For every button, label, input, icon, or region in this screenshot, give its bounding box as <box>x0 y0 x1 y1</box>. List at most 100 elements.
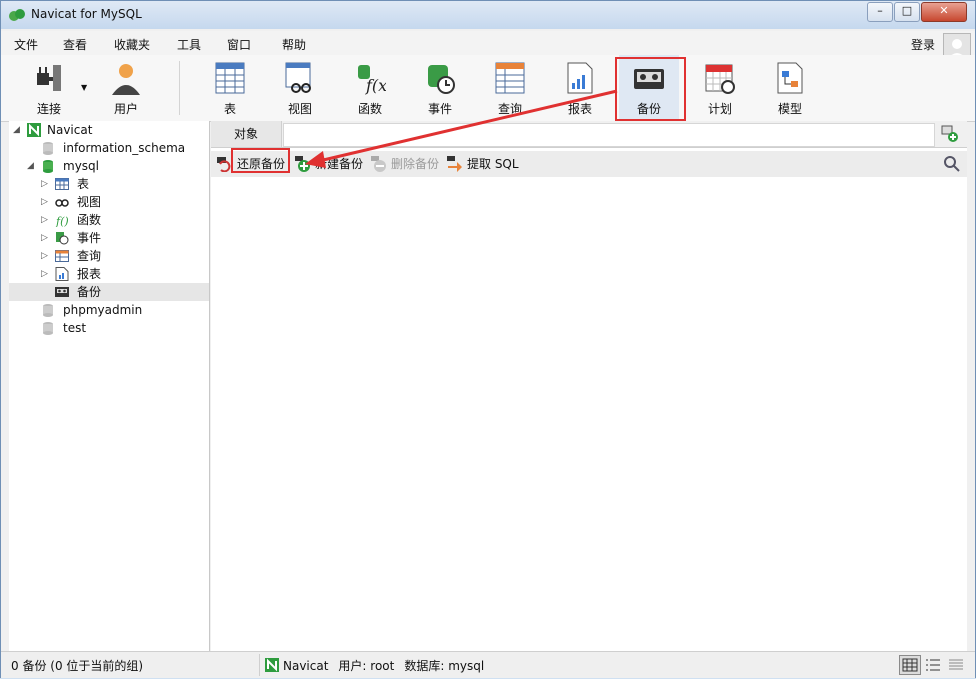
navicat-logo-icon <box>9 9 25 21</box>
connect-dropdown-icon[interactable]: ▼ <box>81 83 87 92</box>
menu-window[interactable]: 窗口 <box>227 36 251 53</box>
table-icon <box>215 62 245 94</box>
tree-item-events[interactable]: ▷ 事件 <box>9 229 209 247</box>
new-backup-button[interactable]: 新建备份 <box>295 155 367 173</box>
expand-arrow-icon[interactable]: ▷ <box>41 229 49 247</box>
database-open-icon <box>43 160 53 173</box>
report-label: 报表 <box>567 102 592 116</box>
query-icon <box>495 62 525 94</box>
minimize-button[interactable]: – <box>867 2 893 22</box>
detail-view-icon <box>949 659 963 670</box>
tree-label: mysql <box>63 159 99 173</box>
tree-item-queries[interactable]: ▷ 查询 <box>9 247 209 265</box>
event-button[interactable]: 事件 <box>410 55 470 121</box>
schedule-label: 计划 <box>707 102 732 116</box>
view-label: 视图 <box>287 102 312 116</box>
function-button[interactable]: f(x) 函数 <box>340 55 400 121</box>
grid-view-button[interactable] <box>899 655 921 675</box>
tree-item-backups[interactable]: 备份 <box>9 283 209 301</box>
menu-favorites[interactable]: 收藏夹 <box>114 36 150 53</box>
query-button[interactable]: 查询 <box>480 55 540 121</box>
close-button[interactable]: ✕ <box>921 2 967 22</box>
login-link[interactable]: 登录 <box>911 36 935 53</box>
function-label: 函数 <box>357 102 382 116</box>
table-icon <box>55 178 69 190</box>
list-view-icon <box>926 659 940 671</box>
tab-objects[interactable]: 对象 <box>211 121 282 147</box>
tree-item-tables[interactable]: ▷ 表 <box>9 175 209 193</box>
expand-arrow-icon[interactable]: ▷ <box>41 175 49 193</box>
tree-item-views[interactable]: ▷ 视图 <box>9 193 209 211</box>
tree-label: 查询 <box>77 249 102 263</box>
report-button[interactable]: 报表 <box>550 55 610 121</box>
extract-arrow-icon <box>447 156 462 172</box>
collapse-arrow-icon[interactable]: ◢ <box>27 157 35 175</box>
tree-item-test[interactable]: test <box>9 319 209 337</box>
tree-label: 视图 <box>77 195 102 209</box>
status-backup-count: 0 备份 (0 位于当前的组) <box>11 659 144 673</box>
detail-view-button[interactable] <box>945 655 967 675</box>
menu-bar: 文件 查看 收藏夹 工具 窗口 帮助 登录 <box>1 31 975 55</box>
tree-label: 函数 <box>77 213 102 227</box>
tree-item-phpmyadmin[interactable]: phpmyadmin <box>9 301 209 319</box>
new-backup-label: 新建备份 <box>315 157 364 171</box>
delete-backup-label: 删除备份 <box>391 157 440 171</box>
menu-file[interactable]: 文件 <box>14 36 38 53</box>
delete-backup-button[interactable]: 删除备份 <box>371 155 443 173</box>
extract-sql-button[interactable]: 提取 SQL <box>447 155 527 173</box>
maximize-button[interactable]: □ <box>894 2 920 22</box>
backup-cassette-icon <box>55 287 69 297</box>
tree-label: 报表 <box>77 267 102 281</box>
menu-help[interactable]: 帮助 <box>282 36 306 53</box>
connect-button[interactable]: 连接 <box>19 55 79 121</box>
delete-icon <box>371 156 386 172</box>
tree-label: phpmyadmin <box>63 303 143 317</box>
collapse-arrow-icon[interactable]: ◢ <box>13 121 21 139</box>
status-connection-info: Navicat 用户: root 数据库: mysql <box>265 657 494 674</box>
new-tab-icon[interactable] <box>941 125 959 143</box>
connect-label: 连接 <box>36 102 61 116</box>
model-button[interactable]: 模型 <box>760 55 820 121</box>
tree-label: 表 <box>77 177 90 191</box>
tree-label: Navicat <box>47 123 93 137</box>
query-icon <box>55 250 69 262</box>
expand-arrow-icon[interactable]: ▷ <box>41 211 49 229</box>
tree-label: 事件 <box>77 231 102 245</box>
user-label: 用户 <box>113 102 138 116</box>
tree-item-navicat[interactable]: ◢ Navicat <box>9 121 209 139</box>
svg-text:f(x): f(x) <box>365 76 386 95</box>
svg-text:f(): f() <box>55 215 69 227</box>
view-button[interactable]: 视图 <box>270 55 330 121</box>
tree-label: 备份 <box>77 285 102 299</box>
database-icon <box>43 304 53 317</box>
search-icon[interactable] <box>943 155 961 173</box>
list-view-button[interactable] <box>922 655 944 675</box>
expand-arrow-icon[interactable]: ▷ <box>41 247 49 265</box>
tree-item-information-schema[interactable]: information_schema <box>9 139 209 157</box>
event-icon <box>428 65 455 94</box>
restore-highlight-box <box>231 148 290 173</box>
schedule-button[interactable]: 计划 <box>690 55 750 121</box>
connection-tree: ◢ Navicat information_schema ◢ mysql ▷ 表… <box>9 121 210 651</box>
backup-action-bar: 还原备份 新建备份 删除备份 提取 SQL <box>211 148 967 177</box>
tree-item-functions[interactable]: ▷ f() 函数 <box>9 211 209 229</box>
menu-view[interactable]: 查看 <box>63 36 87 53</box>
view-icon <box>285 62 311 93</box>
table-button[interactable]: 表 <box>200 55 260 121</box>
event-label: 事件 <box>427 102 452 116</box>
tree-item-mysql[interactable]: ◢ mysql <box>9 157 209 175</box>
report-icon <box>567 62 593 94</box>
tree-item-reports[interactable]: ▷ 报表 <box>9 265 209 283</box>
connection-icon <box>27 123 41 137</box>
expand-arrow-icon[interactable]: ▷ <box>41 265 49 283</box>
model-icon <box>777 62 803 94</box>
title-bar: Navicat for MySQL – □ ✕ <box>1 1 975 29</box>
extract-sql-label: 提取 SQL <box>467 157 519 171</box>
plug-icon <box>37 65 61 91</box>
status-divider <box>259 654 260 676</box>
menu-tools[interactable]: 工具 <box>177 36 201 53</box>
user-button[interactable]: 用户 <box>96 55 156 121</box>
expand-arrow-icon[interactable]: ▷ <box>41 193 49 211</box>
report-icon <box>55 267 69 281</box>
object-panel: 对象 还原备份 新建备份 删除备份 提取 SQL <box>211 121 967 651</box>
